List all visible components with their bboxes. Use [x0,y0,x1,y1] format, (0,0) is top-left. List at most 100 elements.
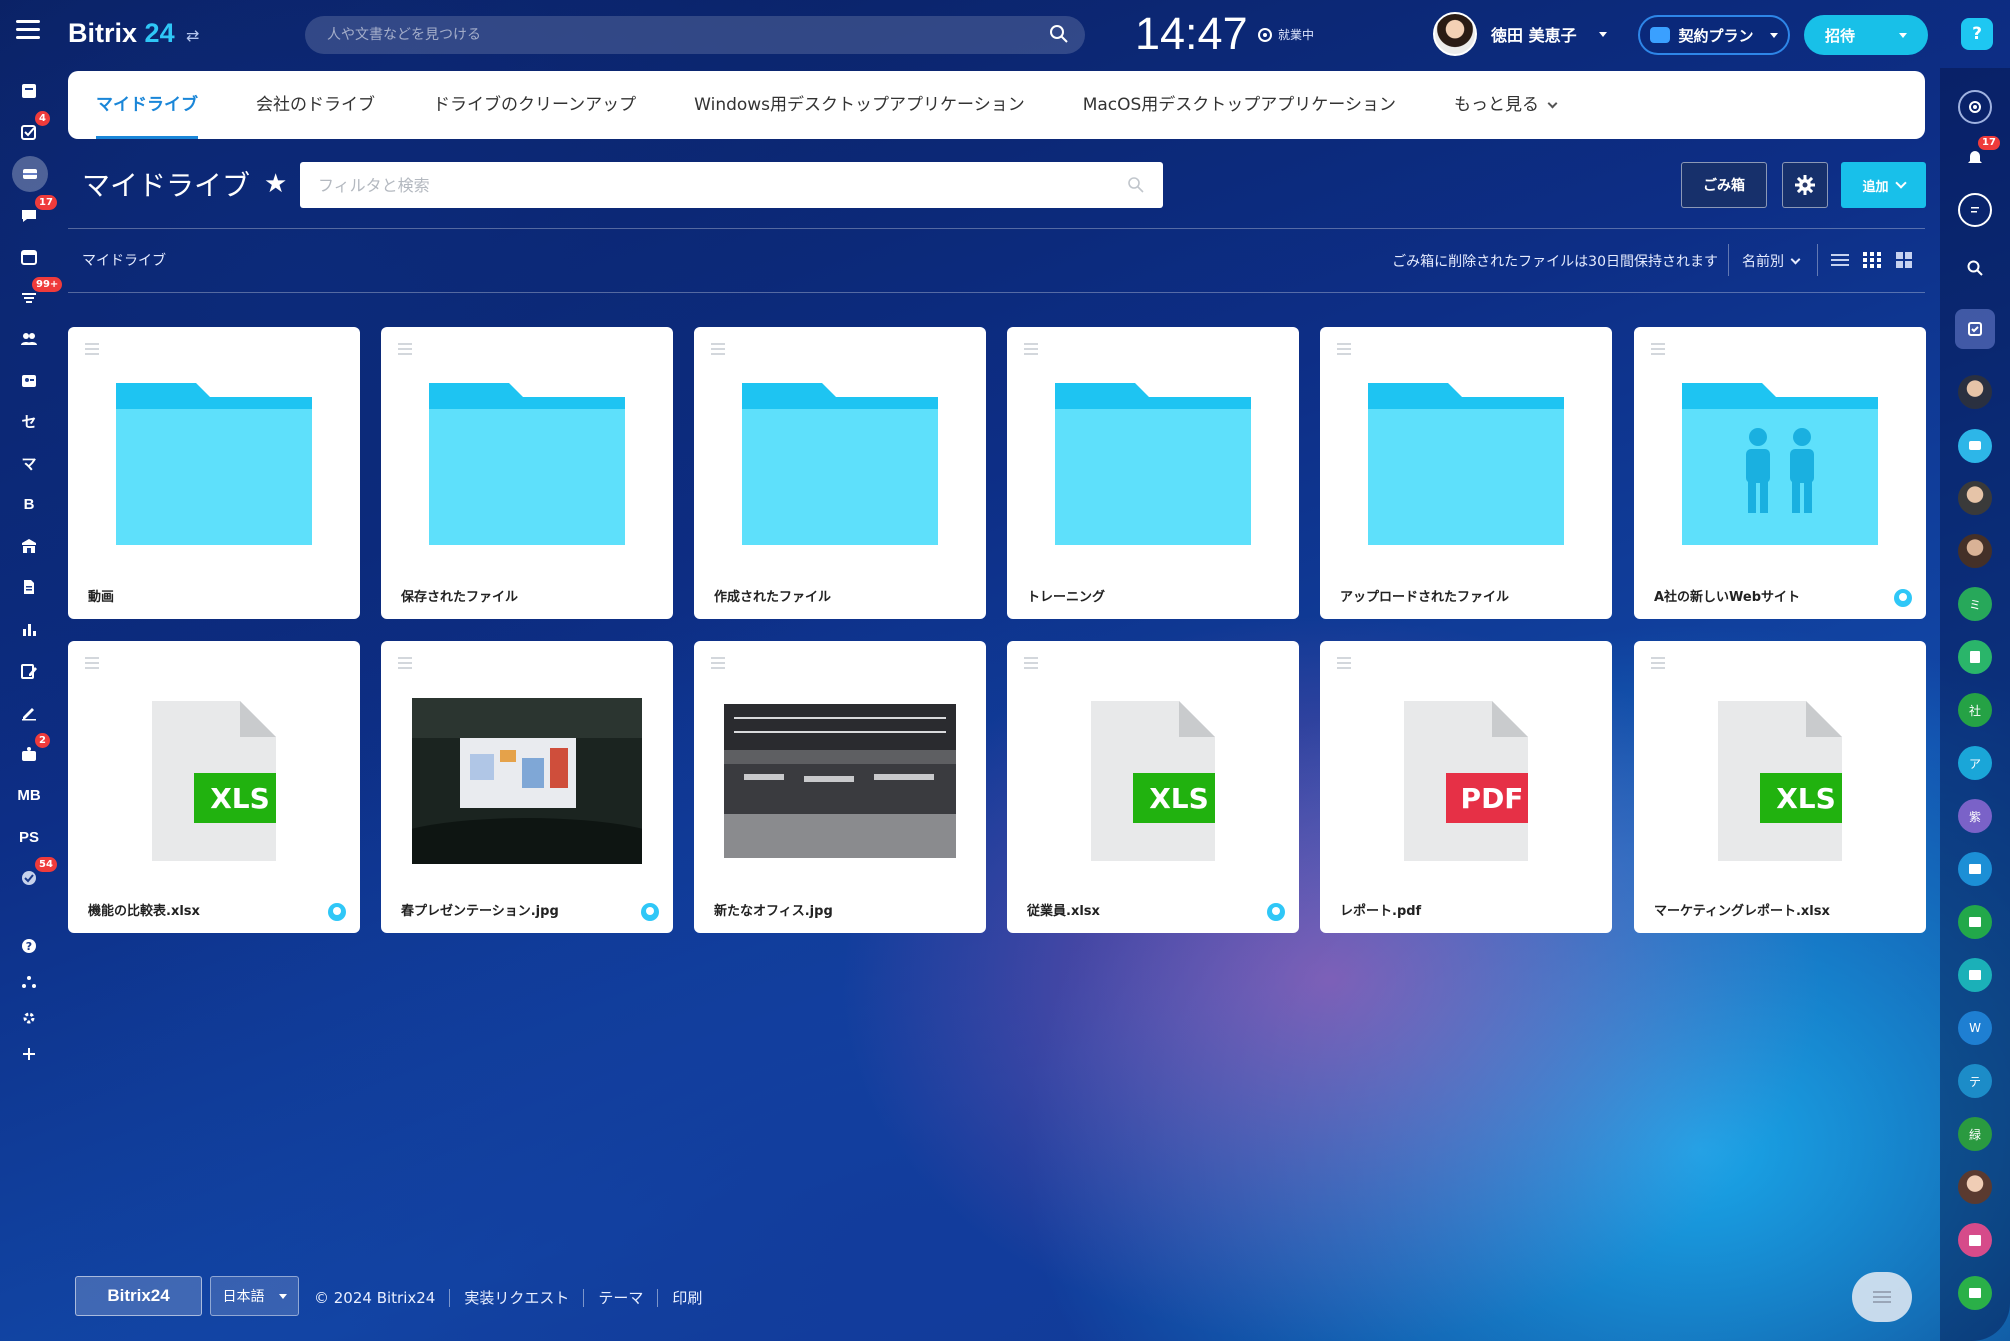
sidebar-item-mb[interactable]: MB [14,780,44,810]
footer-logo-button[interactable]: Bitrix24 [75,1276,202,1316]
filter-input[interactable] [300,162,1163,208]
chat-icon[interactable]: 17 [14,195,57,231]
clock[interactable]: 14:47 [1135,8,1248,60]
sidebar-item-b[interactable]: B [14,489,44,519]
footer-link-print[interactable]: 印刷 [672,1287,702,1308]
drag-handle-icon[interactable] [85,657,99,672]
sign-icon[interactable] [14,697,44,727]
file-card[interactable]: XLS 従業員.xlsx [1007,641,1299,933]
file-card[interactable]: A社の新しいWebサイト [1634,327,1926,619]
drag-handle-icon[interactable] [1024,343,1038,358]
tasks-panel-icon[interactable] [1955,309,1995,349]
analytics-icon[interactable] [14,614,44,644]
chat-widget-button[interactable] [1852,1272,1912,1322]
group-chat-icon[interactable] [1958,852,1992,886]
file-card[interactable]: アップロードされたファイル [1320,327,1612,619]
grid-small-view-icon[interactable] [1862,250,1882,270]
gear-icon[interactable] [14,1003,44,1033]
search-icon[interactable] [1127,176,1145,194]
app-logo[interactable]: Bitrix 24 [68,18,175,49]
feed-icon[interactable] [14,76,44,106]
breadcrumb[interactable]: マイドライブ [82,250,166,270]
calendar-icon[interactable] [14,242,44,272]
drag-handle-icon[interactable] [398,657,412,672]
avatar[interactable] [1433,12,1477,56]
contacts-icon[interactable] [14,366,44,396]
file-card[interactable]: 動画 [68,327,360,619]
sidebar-item-ps[interactable]: PS [14,822,44,852]
search-icon[interactable] [1958,251,1992,285]
tab-company-drive[interactable]: 会社のドライブ [227,71,404,139]
work-status[interactable]: 就業中 [1258,26,1314,43]
sidebar-item-se[interactable]: セ [14,406,44,436]
plan-button[interactable]: 契約プラン [1638,15,1790,55]
help-icon[interactable]: ? [14,931,44,961]
check-circle-icon[interactable]: 54 [14,857,57,893]
tab-macos-app[interactable]: MacOS用デスクトップアプリケーション [1054,71,1425,139]
messages-icon[interactable] [1958,193,1992,227]
edit-document-icon[interactable] [14,656,44,686]
copilot-icon[interactable] [1958,90,1992,124]
contact-avatar[interactable]: 緑 [1958,1117,1992,1151]
sort-dropdown[interactable]: 名前別 [1742,251,1801,271]
file-card[interactable]: XLS マーケティングレポート.xlsx [1634,641,1926,933]
grid-large-view-icon[interactable] [1894,250,1914,270]
list-view-icon[interactable] [1830,250,1850,270]
search-icon[interactable] [1049,24,1069,44]
contact-avatar[interactable]: テ [1958,1064,1992,1098]
file-card[interactable]: 作成されたファイル [694,327,986,619]
network-icon[interactable] [14,967,44,997]
tab-more[interactable]: もっと見る [1425,71,1585,139]
user-menu[interactable]: 徳田 美恵子 [1433,12,1607,56]
drag-handle-icon[interactable] [711,343,725,358]
drag-handle-icon[interactable] [711,657,725,672]
calendar-icon[interactable] [1958,1223,1992,1257]
contact-avatar[interactable] [1958,534,1992,568]
document-icon[interactable] [14,572,44,602]
drag-handle-icon[interactable] [1337,343,1351,358]
drag-handle-icon[interactable] [1651,657,1665,672]
drag-handle-icon[interactable] [85,343,99,358]
contact-avatar[interactable]: W [1958,1011,1992,1045]
drag-handle-icon[interactable] [1024,657,1038,672]
contact-avatar[interactable]: ア [1958,746,1992,780]
bell-icon[interactable]: 17 [1958,136,2000,174]
tab-my-drive[interactable]: マイドライブ [96,71,227,139]
settings-button[interactable] [1782,162,1828,208]
global-search-input[interactable] [305,16,1085,54]
file-card[interactable]: 新たなオフィス.jpg [694,641,986,933]
employees-icon[interactable] [14,324,44,354]
contact-avatar[interactable]: 紫 [1958,799,1992,833]
contact-avatar[interactable] [1958,1170,1992,1204]
drag-handle-icon[interactable] [1651,343,1665,358]
switch-portal-icon[interactable]: ⇄ [186,26,199,45]
group-chat-icon[interactable] [1958,958,1992,992]
star-icon[interactable]: ★ [264,169,287,199]
contact-avatar[interactable] [1958,481,1992,515]
contact-avatar[interactable] [1958,375,1992,409]
add-button[interactable]: 追加 [1841,162,1926,208]
menu-icon[interactable] [16,20,40,40]
file-card[interactable]: XLS 機能の比較表.xlsx [68,641,360,933]
invite-button[interactable]: 招待 [1804,15,1928,55]
group-chat-icon[interactable] [1958,429,1992,463]
tab-drive-cleanup[interactable]: ドライブのクリーンアップ [404,71,665,139]
file-card[interactable]: PDF レポート.pdf [1320,641,1612,933]
plus-icon[interactable] [14,1039,44,1069]
drag-handle-icon[interactable] [1337,657,1351,672]
contact-avatar[interactable]: ミ [1958,587,1992,621]
file-card[interactable]: 保存されたファイル [381,327,673,619]
company-icon[interactable] [14,531,44,561]
tab-windows-app[interactable]: Windows用デスクトップアプリケーション [665,71,1054,139]
group-chat-icon[interactable] [1958,905,1992,939]
file-card[interactable]: トレーニング [1007,327,1299,619]
language-selector[interactable]: 日本語 [210,1276,299,1316]
crm-icon[interactable]: 2 [14,733,50,769]
footer-link-theme[interactable]: テーマ [598,1287,643,1308]
help-icon[interactable]: ? [1961,18,1993,50]
contact-avatar[interactable]: 社 [1958,693,1992,727]
group-chat-icon[interactable] [1958,1276,1992,1310]
group-chat-icon[interactable] [1958,640,1992,674]
file-card[interactable]: 春プレゼンテーション.jpg [381,641,673,933]
drive-icon[interactable] [12,156,48,192]
